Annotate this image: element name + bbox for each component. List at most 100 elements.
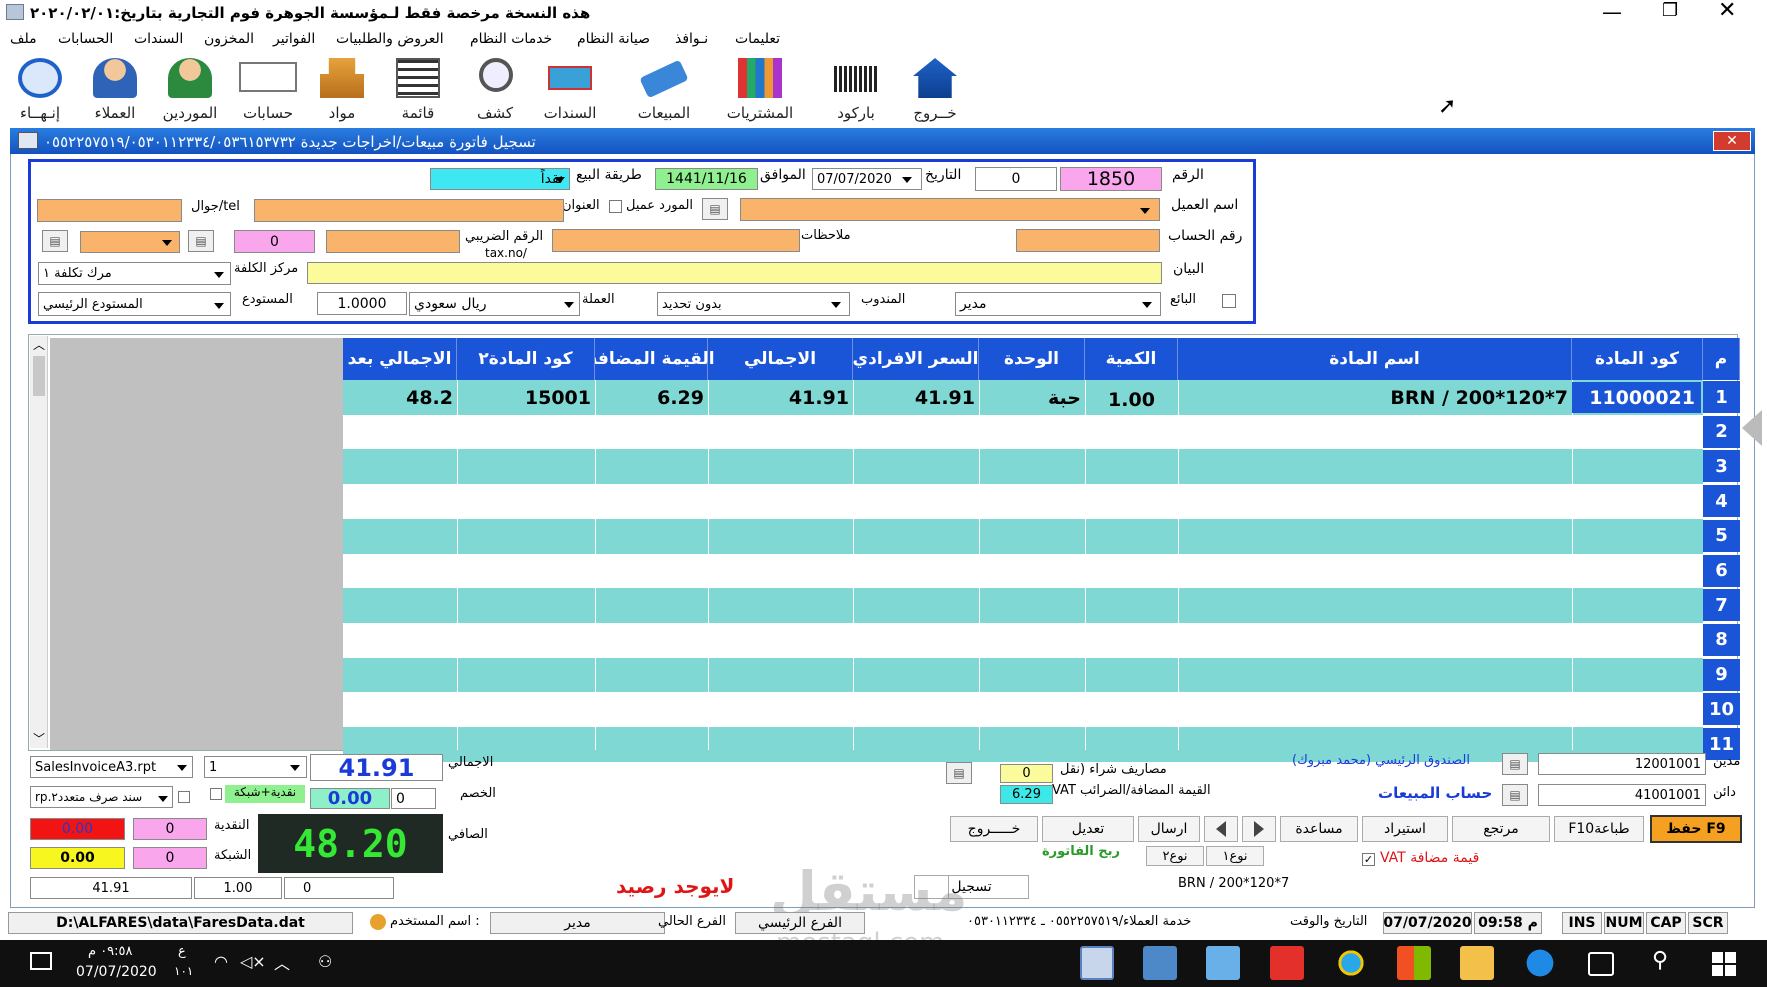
- control-panel-icon[interactable]: [1206, 946, 1240, 980]
- customer-lookup-icon[interactable]: ▤: [702, 198, 728, 220]
- voucher-dropdown-icon[interactable]: [158, 796, 168, 802]
- toolbar-purchases[interactable]: المشتريات: [720, 56, 800, 122]
- pink-zero-field[interactable]: 0: [234, 230, 315, 253]
- col-header-n[interactable]: م: [1703, 338, 1740, 380]
- warehouse-select[interactable]: المستودع الرئيسي: [38, 292, 231, 316]
- supplier-customer-checkbox[interactable]: [609, 200, 622, 213]
- lookup-icon-3[interactable]: ▤: [42, 230, 68, 252]
- account-field[interactable]: [1016, 229, 1160, 252]
- toolbar-list[interactable]: قائمة: [378, 56, 458, 122]
- edit-button[interactable]: تعديل: [1042, 816, 1134, 842]
- table-row[interactable]: [343, 588, 1703, 624]
- ie-icon[interactable]: [1334, 946, 1368, 980]
- row1-total[interactable]: 41.91: [708, 382, 849, 413]
- import-button[interactable]: استيراد: [1362, 816, 1448, 842]
- report-dropdown-icon[interactable]: [177, 765, 187, 771]
- table-row[interactable]: [343, 414, 1703, 450]
- address-field[interactable]: [254, 199, 564, 222]
- toolbar-vouchers[interactable]: السندات: [530, 56, 610, 122]
- cash-field[interactable]: 0: [133, 818, 207, 840]
- row1-qty[interactable]: 1.00: [1085, 384, 1178, 415]
- mobile-field[interactable]: [37, 199, 182, 222]
- notification-icon[interactable]: [30, 952, 52, 970]
- menu-vouchers[interactable]: السندات: [134, 31, 183, 47]
- grid-scrollbar[interactable]: [30, 336, 48, 748]
- edge-icon[interactable]: [1523, 946, 1557, 980]
- row1-price[interactable]: 41.91: [853, 382, 975, 413]
- save-button[interactable]: حفظ F9: [1650, 815, 1742, 843]
- scroll-up-icon[interactable]: ︿: [33, 336, 45, 353]
- menu-help[interactable]: تعليمات: [735, 31, 780, 47]
- sale-method-dropdown-icon[interactable]: [555, 177, 565, 183]
- scroll-thumb[interactable]: [33, 356, 45, 396]
- scroll-down-icon[interactable]: ﹀: [33, 730, 45, 747]
- language-indicator[interactable]: ع: [178, 944, 186, 959]
- return-button[interactable]: مرتجع: [1452, 816, 1550, 842]
- lookup-icon-2[interactable]: ▤: [188, 230, 214, 252]
- cash-card-checkbox[interactable]: [210, 788, 222, 800]
- anydesk-icon[interactable]: [1270, 946, 1304, 980]
- toolbar-statement[interactable]: كشف: [455, 56, 535, 122]
- folder-icon[interactable]: [1460, 946, 1494, 980]
- toolbar-accounts[interactable]: حسابات: [228, 56, 308, 122]
- col-header-vat[interactable]: القيمة المضافة: [587, 338, 715, 380]
- col-header-total[interactable]: الاجمالي: [708, 338, 853, 380]
- report-select[interactable]: SalesInvoiceA3.rpt: [30, 756, 193, 778]
- date-dropdown-icon[interactable]: [902, 177, 912, 183]
- debit-lookup-icon[interactable]: ▤: [1502, 753, 1528, 775]
- copies-dropdown-icon[interactable]: [290, 765, 300, 771]
- send-button[interactable]: ارسال: [1138, 816, 1200, 842]
- search-icon[interactable]: ⚲: [1652, 948, 1668, 973]
- menu-file[interactable]: ملف: [10, 31, 37, 47]
- menu-windows[interactable]: نـوافذ: [675, 31, 708, 47]
- row-number[interactable]: 9: [1703, 658, 1740, 691]
- toolbar-customers[interactable]: العملاء: [75, 56, 155, 122]
- cost-center-dropdown-icon[interactable]: [214, 272, 224, 278]
- col-header-qty[interactable]: الكمية: [1085, 338, 1178, 380]
- side-handle-icon[interactable]: [1742, 410, 1762, 446]
- table-row[interactable]: [343, 622, 1703, 658]
- discount-field[interactable]: 0.00: [310, 788, 390, 809]
- toolbar-sales[interactable]: المبيعات: [624, 56, 704, 122]
- row1-unit[interactable]: حبة: [979, 382, 1081, 413]
- menu-invoices[interactable]: الفواتير: [273, 31, 315, 47]
- row-number[interactable]: 10: [1703, 693, 1740, 726]
- row1-vat[interactable]: 6.29: [595, 382, 704, 413]
- rep-dropdown-icon[interactable]: [831, 302, 841, 308]
- exchange-rate-field[interactable]: 1.0000: [317, 292, 407, 315]
- cash-card-label[interactable]: نقدية+شبكة: [225, 785, 305, 803]
- statement-field[interactable]: [307, 262, 1162, 284]
- next-button[interactable]: [1242, 816, 1276, 842]
- menu-accounts[interactable]: الحسابات: [58, 31, 113, 47]
- help-button[interactable]: مساعدة: [1280, 816, 1358, 842]
- discount-pct-field[interactable]: 0: [391, 788, 436, 809]
- row1-name[interactable]: BRN / 200*120*7: [1178, 382, 1568, 413]
- customer-dropdown-icon[interactable]: [1140, 208, 1150, 214]
- store-icon[interactable]: [1397, 946, 1431, 980]
- mute-icon[interactable]: ◁×: [240, 952, 266, 971]
- chevron-up-icon[interactable]: ︿: [274, 950, 290, 974]
- task-view-icon[interactable]: [1588, 952, 1614, 976]
- col-header-code2[interactable]: كود المادة٢: [457, 338, 595, 380]
- col-header-unit[interactable]: الوحدة: [979, 338, 1085, 380]
- row1-code2[interactable]: 15001: [457, 382, 591, 413]
- invoice-number-2[interactable]: 0: [975, 167, 1057, 191]
- prev-button[interactable]: [1204, 816, 1238, 842]
- row-number[interactable]: 3: [1703, 450, 1740, 483]
- table-row[interactable]: [343, 449, 1703, 485]
- invoice-close-button[interactable]: ✕: [1713, 131, 1751, 151]
- col-header-name[interactable]: اسم المادة: [1178, 338, 1572, 380]
- invoice-number[interactable]: 1850: [1060, 167, 1162, 191]
- app-task-icon[interactable]: [1080, 946, 1114, 980]
- type1-button[interactable]: نوع١: [1206, 846, 1264, 866]
- invoice-profit-label[interactable]: ربح الفاتورة: [1042, 844, 1120, 859]
- col-header-code[interactable]: كود المادة: [1572, 338, 1703, 380]
- credit-lookup-icon[interactable]: ▤: [1502, 784, 1528, 806]
- orange-select-dropdown-icon[interactable]: [162, 240, 172, 246]
- row-number[interactable]: 6: [1703, 554, 1740, 587]
- row-number[interactable]: 5: [1703, 519, 1740, 552]
- menu-offers[interactable]: العروض والطلبيات: [336, 31, 444, 47]
- row-number[interactable]: 7: [1703, 589, 1740, 622]
- table-row[interactable]: [343, 692, 1703, 728]
- cost-center-select[interactable]: مرك تكلفة ١: [38, 262, 231, 285]
